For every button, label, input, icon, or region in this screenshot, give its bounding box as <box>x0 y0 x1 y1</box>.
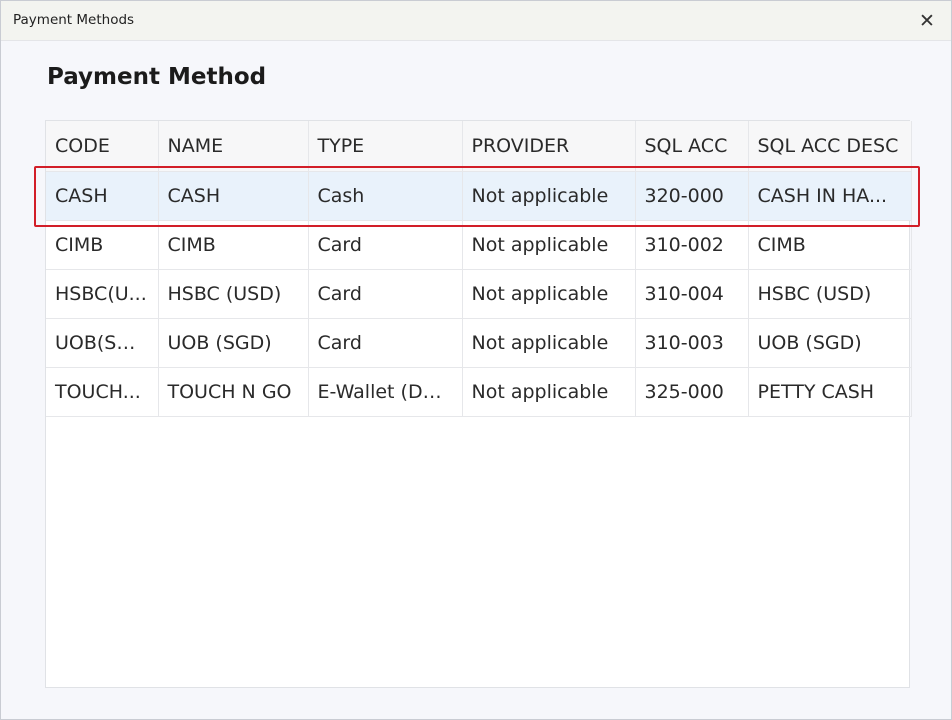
payment-method-grid[interactable]: CODE NAME TYPE PROVIDER SQL ACC SQL ACC … <box>45 120 912 688</box>
window-title: Payment Methods <box>13 12 135 28</box>
payment-methods-window: Payment Methods ✕ Payment Method CODE NA… <box>0 0 952 720</box>
cell-name[interactable]: CASH <box>158 171 309 221</box>
cell-name[interactable]: HSBC (USD) <box>158 269 309 319</box>
cell-provider[interactable]: Not applicable <box>462 171 636 221</box>
cell-type[interactable]: Card <box>308 318 463 368</box>
cell-sql-acc-desc[interactable]: HSBC (USD) <box>748 269 912 319</box>
cell-sql-acc[interactable]: 310-003 <box>635 318 749 368</box>
table-row[interactable]: HSBC(U... HSBC (USD) Card Not applicable 310… <box>46 269 912 319</box>
cell-sql-acc-desc[interactable]: CASH IN HA... <box>748 171 912 221</box>
cell-sql-acc-desc[interactable]: PETTY CASH <box>748 367 912 417</box>
column-header-sql-acc[interactable]: SQL ACC <box>635 121 749 172</box>
cell-type[interactable]: Cash <box>308 171 463 221</box>
table-row[interactable]: TOUCH... TOUCH N GO E-Wallet (Du... Not app… <box>46 367 912 417</box>
cell-provider[interactable]: Not applicable <box>462 318 636 368</box>
cell-name[interactable]: TOUCH N GO <box>158 367 309 417</box>
close-button[interactable]: ✕ <box>909 3 945 39</box>
cell-sql-acc[interactable]: 325-000 <box>635 367 749 417</box>
cell-sql-acc[interactable]: 320-000 <box>635 171 749 221</box>
column-header-code[interactable]: CODE <box>46 121 159 172</box>
cell-type[interactable]: Card <box>308 220 463 270</box>
cell-provider[interactable]: Not applicable <box>462 367 636 417</box>
page-title: Payment Method <box>47 64 267 90</box>
cell-code[interactable]: HSBC(U... <box>46 269 159 319</box>
table-row[interactable]: UOB(SG... UOB (SGD) Card Not applicable 310-… <box>46 318 912 368</box>
cell-sql-acc-desc[interactable]: CIMB <box>748 220 912 270</box>
close-icon: ✕ <box>919 10 935 32</box>
cell-code[interactable]: CASH <box>46 171 159 221</box>
cell-sql-acc-desc[interactable]: UOB (SGD) <box>748 318 912 368</box>
column-header-type[interactable]: TYPE <box>308 121 463 172</box>
cell-code[interactable]: TOUCH... <box>46 367 159 417</box>
cell-sql-acc[interactable]: 310-004 <box>635 269 749 319</box>
cell-type[interactable]: E-Wallet (Du... <box>308 367 463 417</box>
cell-name[interactable]: CIMB <box>158 220 309 270</box>
column-header-sql-acc-desc[interactable]: SQL ACC DESC <box>748 121 912 172</box>
cell-code[interactable]: UOB(SG... <box>46 318 159 368</box>
table-row[interactable]: CIMB CIMB Card Not applicable 310-002 CIMB <box>46 220 912 270</box>
cell-name[interactable]: UOB (SGD) <box>158 318 309 368</box>
cell-type[interactable]: Card <box>308 269 463 319</box>
cell-code[interactable]: CIMB <box>46 220 159 270</box>
table-row[interactable]: CASH CASH Cash Not applicable 320-000 CASH IN… <box>46 171 912 221</box>
cell-provider[interactable]: Not applicable <box>462 269 636 319</box>
column-header-provider[interactable]: PROVIDER <box>462 121 636 172</box>
cell-provider[interactable]: Not applicable <box>462 220 636 270</box>
cell-sql-acc[interactable]: 310-002 <box>635 220 749 270</box>
table-header-row: CODE NAME TYPE PROVIDER SQL ACC SQL ACC … <box>46 121 912 172</box>
column-header-name[interactable]: NAME <box>158 121 309 172</box>
title-bar: Payment Methods ✕ <box>1 1 951 41</box>
